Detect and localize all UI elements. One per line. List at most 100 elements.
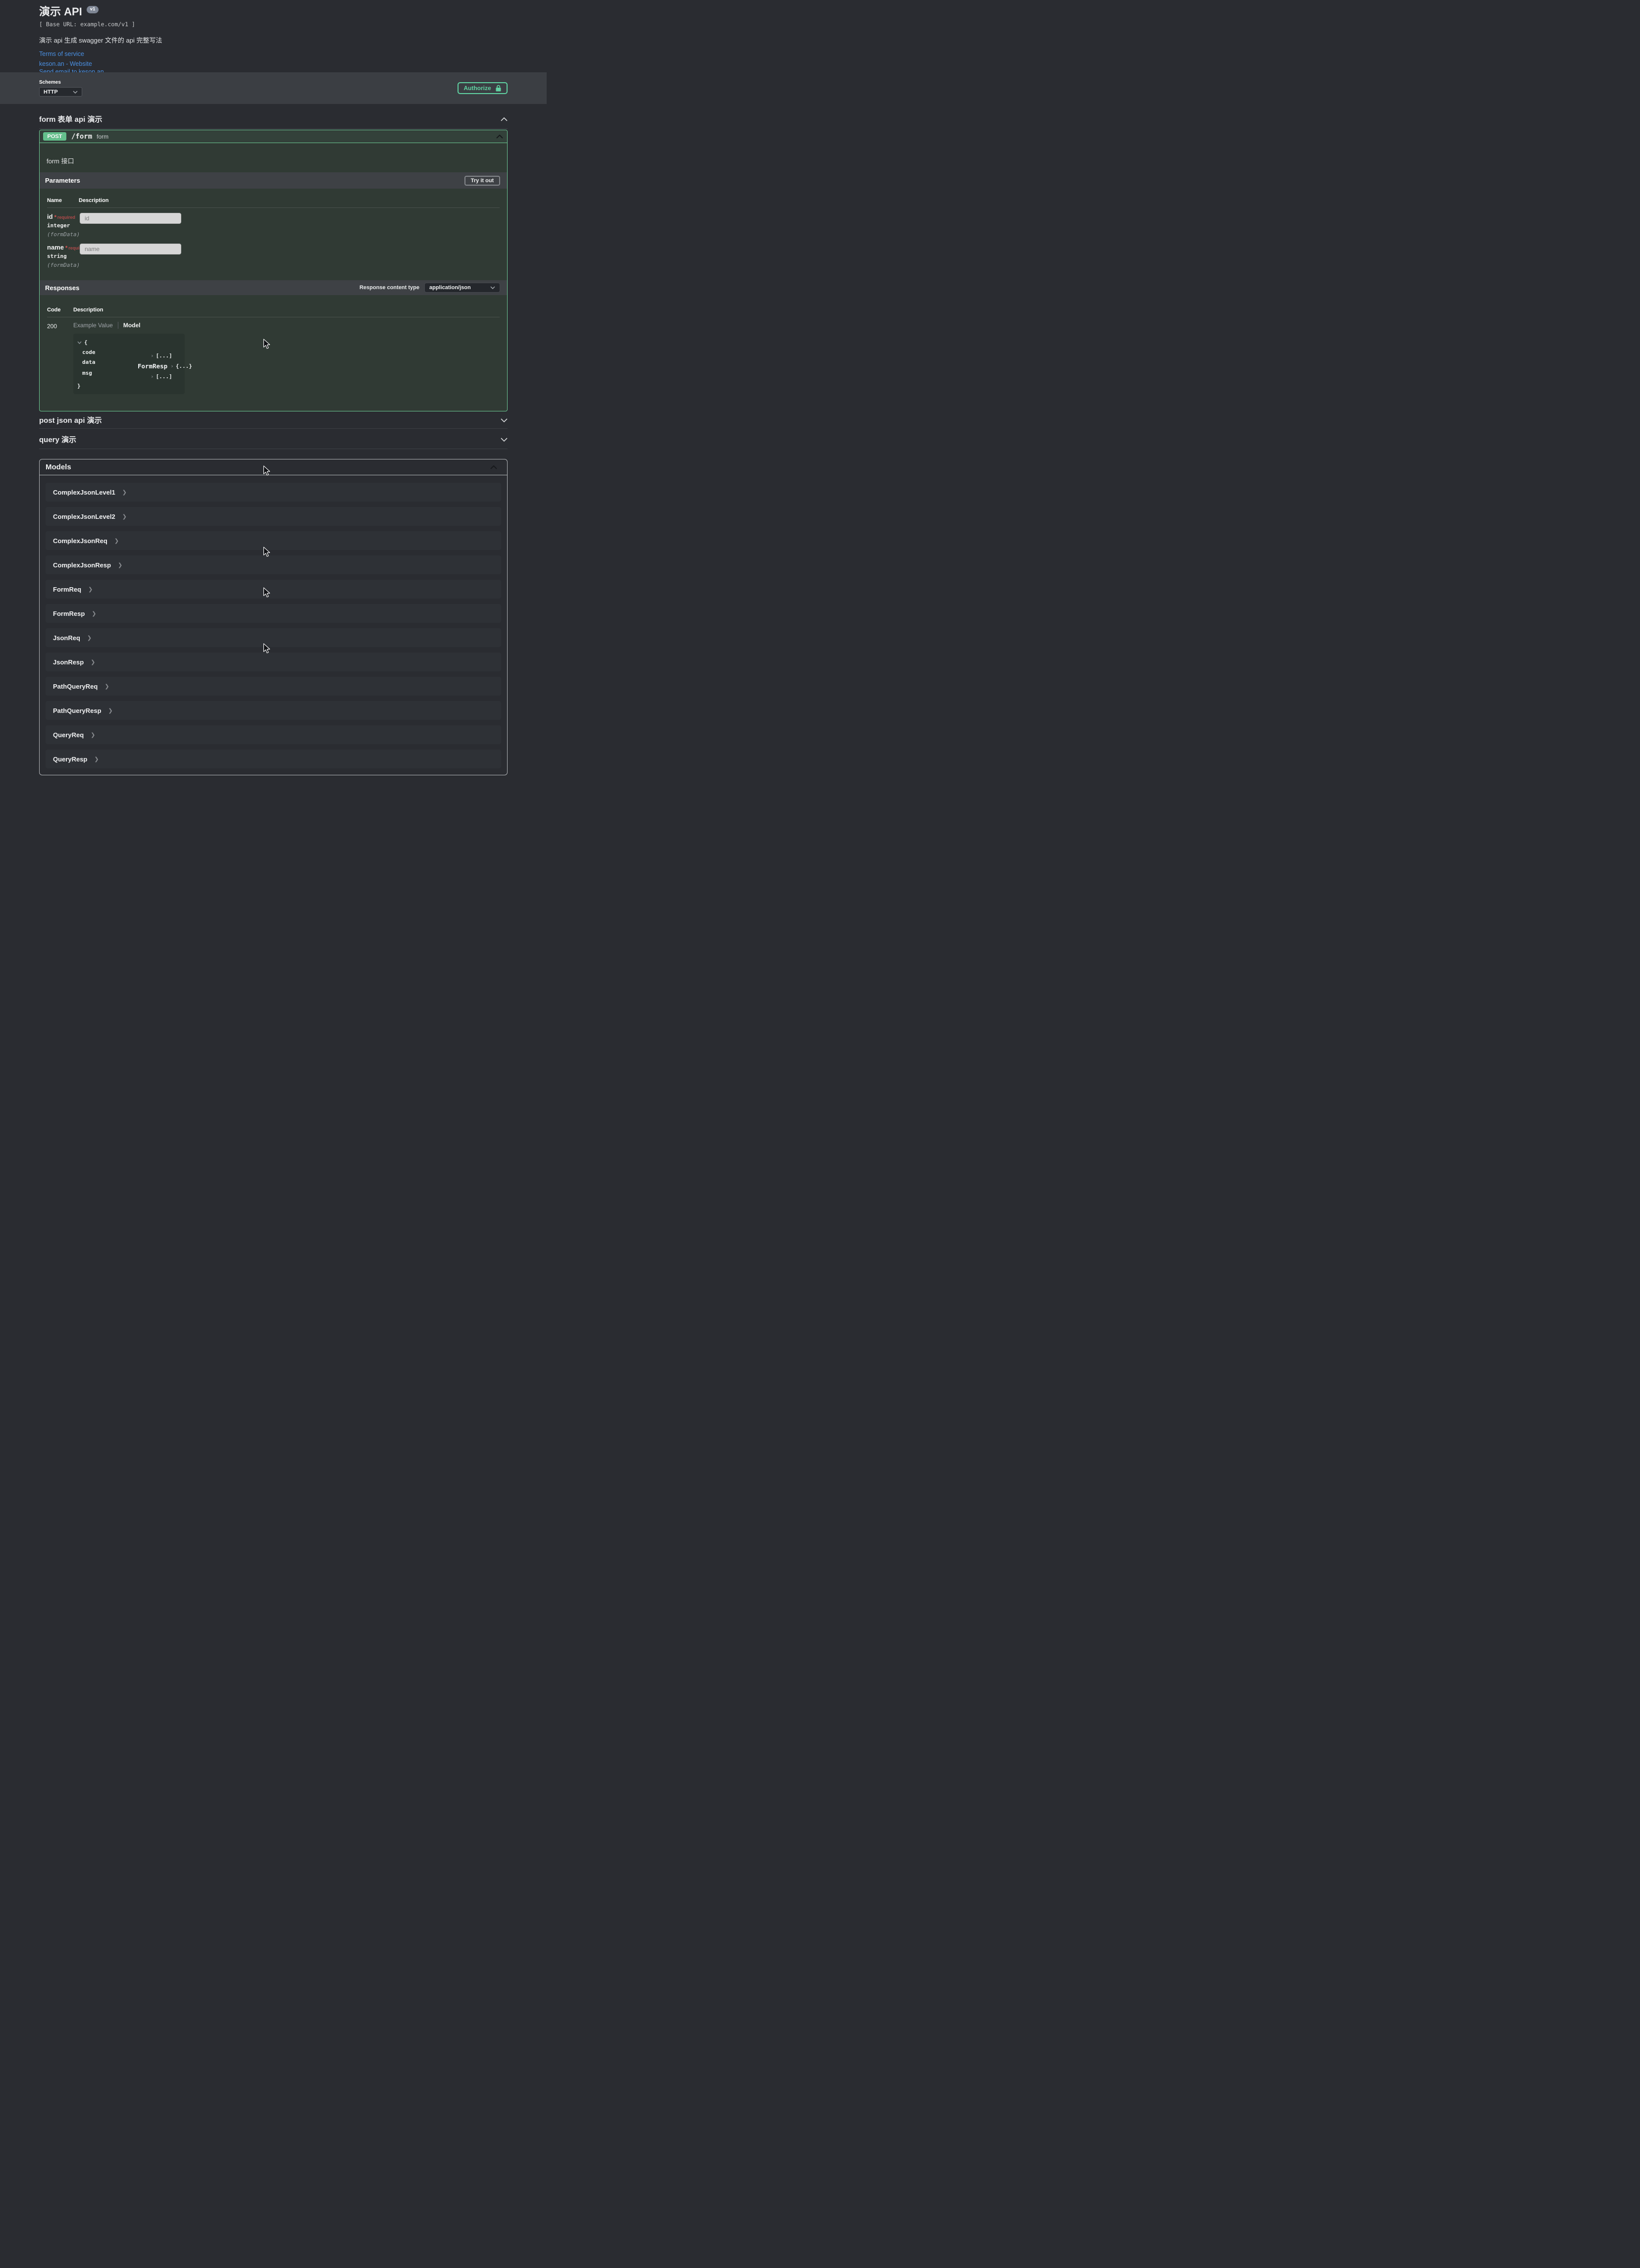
- opblock-post-form: POST /form form form 接口 Parameters Try i…: [39, 130, 508, 411]
- model-row-complexjsonreq[interactable]: ComplexJsonReq❯: [46, 531, 501, 550]
- parameter-meta: name*required string (formData): [47, 244, 80, 268]
- tab-example-value[interactable]: Example Value: [73, 322, 118, 329]
- col-name-header: Name: [47, 198, 79, 203]
- section-form-title: form 表单 api 演示: [39, 114, 102, 124]
- terms-of-service-link[interactable]: Terms of service: [39, 51, 508, 57]
- chevron-right-icon: ❯: [94, 756, 99, 762]
- parameter-input-cell: [80, 213, 500, 238]
- chevron-down-icon[interactable]: [501, 418, 508, 422]
- models-list: ComplexJsonLevel1❯ ComplexJsonLevel2❯ Co…: [40, 475, 507, 775]
- version-badge: v1: [87, 6, 99, 13]
- model-row-jsonreq[interactable]: JsonReq❯: [46, 628, 501, 647]
- authorize-label: Authorize: [463, 85, 491, 92]
- swagger-page: 演示 API v1 [ Base URL: example.com/v1 ] 演…: [0, 0, 547, 775]
- model-row-formreq[interactable]: FormReq❯: [46, 580, 501, 599]
- chevron-right-icon: ❯: [91, 732, 95, 738]
- model-prop-code: code ›[...]: [76, 349, 182, 355]
- parameter-meta: id*required integer (formData): [47, 213, 80, 238]
- parameters-bar: Parameters Try it out: [40, 172, 507, 189]
- required-label: required: [57, 215, 75, 220]
- api-description: 演示 api 生成 swagger 文件的 api 完整写法: [39, 35, 508, 45]
- unlock-icon: [495, 85, 502, 92]
- name-input[interactable]: [80, 244, 181, 254]
- page-title: 演示 API: [39, 5, 82, 18]
- parameter-location: (formData): [47, 231, 80, 238]
- chevron-down-icon[interactable]: [501, 438, 508, 442]
- models-title: Models: [46, 463, 71, 471]
- required-star: *: [54, 214, 56, 220]
- content-type-select[interactable]: application/json: [424, 283, 500, 293]
- parameter-type: string: [47, 253, 80, 259]
- model-row-complexjsonlevel2[interactable]: ComplexJsonLevel2❯: [46, 507, 501, 526]
- prop-value[interactable]: ›[...]: [151, 373, 182, 380]
- chevron-right-icon: ›: [151, 373, 154, 380]
- parameter-row-id: id*required integer (formData): [47, 213, 500, 238]
- schemes-label: Schemes: [39, 80, 82, 85]
- opblock-body: form 接口 Parameters Try it out Name Descr…: [40, 143, 507, 411]
- responses-bar: Responses Response content type applicat…: [40, 280, 507, 295]
- title-row: 演示 API v1: [39, 5, 508, 18]
- chevron-up-icon[interactable]: [490, 465, 497, 469]
- email-link[interactable]: Send email to keson.an: [39, 69, 508, 72]
- section-form-header[interactable]: form 表单 api 演示: [39, 114, 508, 129]
- parameters-table-head: Name Description: [47, 198, 500, 203]
- prop-name: data: [82, 359, 138, 365]
- chevron-right-icon: ❯: [87, 635, 92, 641]
- try-it-out-button[interactable]: Try it out: [464, 176, 500, 186]
- model-row-formresp[interactable]: FormResp❯: [46, 604, 501, 623]
- chevron-up-icon[interactable]: [496, 135, 503, 139]
- chevron-right-icon: ❯: [88, 586, 93, 593]
- chevron-down-icon: [77, 341, 82, 344]
- model-row-queryreq[interactable]: QueryReq❯: [46, 725, 501, 744]
- open-brace: {: [84, 339, 88, 346]
- parameter-input-cell: [80, 244, 500, 268]
- model-row-jsonresp[interactable]: JsonResp❯: [46, 653, 501, 671]
- col-description-header: Description: [79, 198, 500, 203]
- main-content: form 表单 api 演示 POST /form form form 接口 P…: [0, 114, 547, 775]
- scheme-select[interactable]: HTTP: [39, 87, 82, 97]
- content-type-value: application/json: [429, 285, 471, 291]
- models-container: Models ComplexJsonLevel1❯ ComplexJsonLev…: [39, 459, 508, 775]
- chevron-right-icon: ❯: [114, 538, 119, 544]
- close-brace: }: [76, 383, 182, 389]
- response-content: Example Value Model { code ›: [73, 322, 500, 394]
- response-code: 200: [47, 322, 73, 394]
- info-links: Terms of service keson.an - Website Send…: [39, 51, 508, 72]
- model-prop-data: data FormResp›{...}: [76, 359, 182, 366]
- chevron-down-icon: [73, 91, 78, 94]
- method-badge: POST: [43, 132, 66, 141]
- required-star: *: [65, 245, 67, 251]
- prop-value[interactable]: ›[...]: [151, 353, 182, 359]
- base-url: [ Base URL: example.com/v1 ]: [39, 21, 508, 28]
- model-row-queryresp[interactable]: QueryResp❯: [46, 750, 501, 768]
- chevron-right-icon: ❯: [118, 562, 122, 568]
- section-post-json-header[interactable]: post json api 演示: [39, 411, 508, 429]
- operation-description: form 接口: [40, 143, 507, 172]
- model-row-pathqueryreq[interactable]: PathQueryReq❯: [46, 677, 501, 696]
- col-description-header: Description: [73, 307, 500, 313]
- opblock-header[interactable]: POST /form form: [40, 130, 507, 143]
- id-input[interactable]: [80, 213, 181, 224]
- model-open-line[interactable]: {: [76, 339, 182, 346]
- parameter-name: id*required: [47, 213, 80, 220]
- tab-model[interactable]: Model: [118, 322, 141, 329]
- chevron-right-icon: ❯: [122, 513, 127, 520]
- col-code-header: Code: [47, 307, 73, 313]
- model-ref: FormResp: [138, 362, 167, 370]
- models-header[interactable]: Models: [40, 459, 507, 475]
- section-query-header[interactable]: query 演示: [39, 429, 508, 449]
- website-link[interactable]: keson.an - Website: [39, 61, 508, 67]
- chevron-up-icon[interactable]: [501, 117, 508, 121]
- chevron-right-icon: ›: [170, 363, 174, 369]
- chevron-right-icon: ❯: [108, 707, 113, 714]
- chevron-right-icon: ❯: [92, 610, 96, 617]
- model-row-complexjsonresp[interactable]: ComplexJsonResp❯: [46, 555, 501, 574]
- content-type-block: Response content type application/json: [359, 283, 500, 293]
- prop-value[interactable]: FormResp›{...}: [138, 362, 192, 370]
- model-row-complexjsonlevel1[interactable]: ComplexJsonLevel1❯: [46, 483, 501, 502]
- model-row-pathqueryresp[interactable]: PathQueryResp❯: [46, 701, 501, 720]
- authorize-button[interactable]: Authorize: [458, 82, 508, 94]
- content-type-label: Response content type: [359, 285, 419, 291]
- prop-name: code: [82, 349, 138, 355]
- section-query-title: query 演示: [39, 434, 76, 445]
